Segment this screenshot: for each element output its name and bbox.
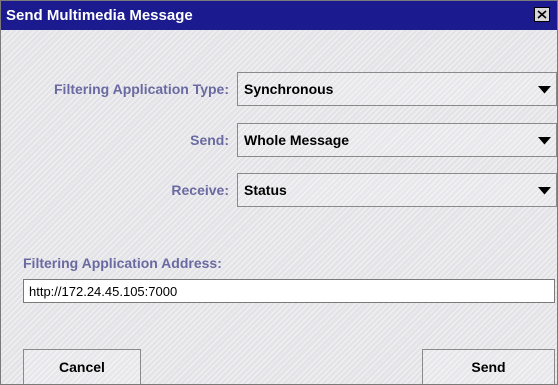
send-multimedia-message-dialog: Send Multimedia Message Filtering Applic… [0,0,558,385]
filtering-application-address-label: Filtering Application Address: [23,255,222,271]
send-button[interactable]: Send [422,349,555,384]
chevron-down-icon [538,86,551,94]
send-dropdown[interactable]: Whole Message [237,123,557,157]
close-button[interactable] [534,7,550,22]
chevron-down-icon [538,187,551,195]
send-value: Whole Message [244,132,350,148]
filtering-application-address-input[interactable] [23,279,555,303]
chevron-down-icon [538,137,551,145]
receive-label: Receive: [171,182,229,198]
close-x-icon [537,10,547,19]
filtering-application-type-label: Filtering Application Type: [54,81,229,97]
filtering-application-type-dropdown[interactable]: Synchronous [237,72,557,106]
receive-dropdown[interactable]: Status [237,173,557,207]
cancel-button[interactable]: Cancel [23,349,141,384]
receive-value: Status [244,182,287,198]
window-title: Send Multimedia Message [6,7,193,24]
send-label: Send: [190,132,229,148]
filtering-application-type-value: Synchronous [244,81,334,97]
title-bar[interactable]: Send Multimedia Message [1,1,557,30]
